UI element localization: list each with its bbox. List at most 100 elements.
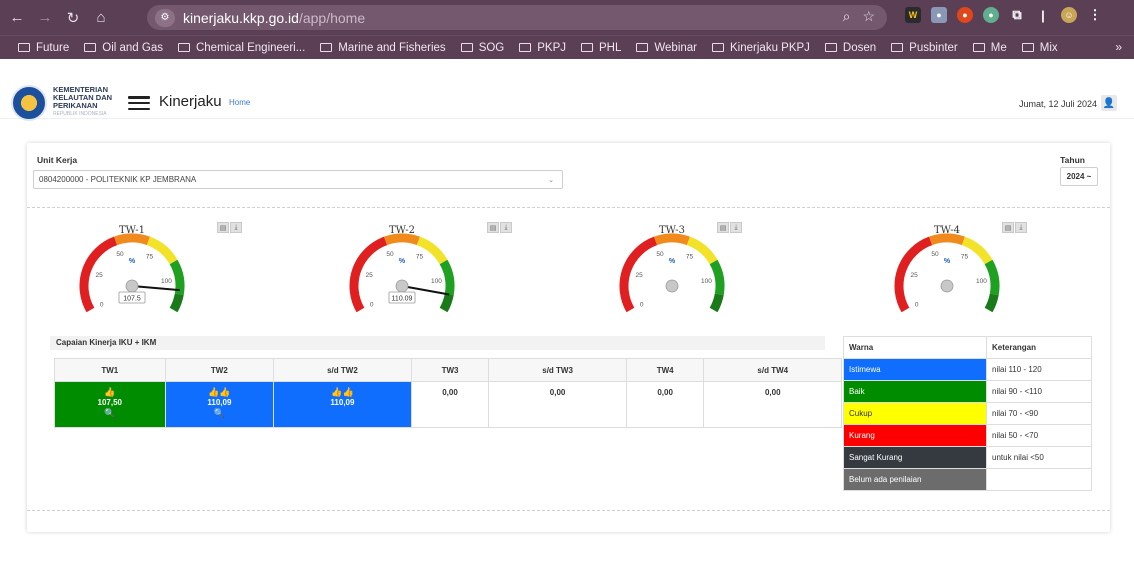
capaian-value: 0,00	[549, 388, 566, 397]
gauge-tick-label: 50	[656, 251, 664, 258]
legend-description: untuk nilai <50	[986, 446, 1092, 469]
gauge-readout: 110.09	[392, 296, 413, 303]
site-settings-icon[interactable]: ⚙	[155, 8, 175, 27]
user-icon[interactable]: 👤	[1101, 95, 1117, 111]
legend-header-warna: Warna	[843, 336, 987, 359]
unit-kerja-select[interactable]: 0804200000 - POLITEKNIK KP JEMBRANA ⌄	[33, 170, 563, 189]
bookmark-folder[interactable]: Future	[18, 42, 69, 54]
bookmarks-more-icon[interactable]: »	[1115, 40, 1122, 54]
bookmark-folder[interactable]: Dosen	[824, 42, 876, 54]
tahun-label: Tahun	[1060, 155, 1085, 165]
gauge-tick-label: 25	[910, 272, 918, 279]
bookmark-folder[interactable]: Chemical Engineeri...	[177, 42, 305, 54]
forward-icon[interactable]: →	[34, 7, 56, 29]
gauge-band	[169, 293, 184, 313]
bookmark-folder[interactable]: Oil and Gas	[84, 42, 163, 54]
reload-icon[interactable]: ↻	[62, 7, 84, 29]
tahun-select[interactable]: 2024 ~	[1060, 167, 1098, 186]
chevron-down-icon: ⌄	[548, 177, 554, 184]
dashboard-card: Unit Kerja 0804200000 - POLITEKNIK KP JE…	[27, 143, 1110, 532]
gauge-band	[439, 259, 455, 296]
bookmark-folder[interactable]: Kinerjaku PKPJ	[712, 42, 810, 54]
gauge-chart: TW-1 0 25 50 75 100% 107.5	[79, 225, 185, 313]
download-icon[interactable]: ⤓	[500, 222, 512, 233]
gauge-unit: %	[669, 258, 676, 265]
circle-extension-icon[interactable]: ●	[983, 7, 999, 23]
download-icon[interactable]: ⤓	[230, 222, 242, 233]
print-icon[interactable]: ▤	[717, 222, 729, 233]
url-path: /app/home	[298, 9, 366, 26]
gauge-tick-label: 100	[976, 278, 987, 285]
gauge-band	[384, 233, 420, 246]
breadcrumb-home[interactable]: Home	[229, 98, 250, 107]
download-icon[interactable]: ⤓	[730, 222, 742, 233]
gauge-1: TW-1 0 25 50 75 100% 107.5 ▤ ⤓	[67, 220, 242, 315]
search-icon[interactable]: 🔍	[55, 408, 165, 418]
profile-avatar-icon[interactable]: ☺	[1061, 7, 1077, 23]
bookmark-folder[interactable]: Mix	[1021, 42, 1058, 54]
legend-description: nilai 50 - <70	[986, 424, 1092, 447]
browser-toolbar: ← → ↻ ⌂ ⚙ kinerjaku.kkp.go.id/app/home ⌕…	[0, 0, 1134, 35]
record-extension-icon[interactable]: ●	[957, 7, 973, 23]
folder-icon	[712, 43, 725, 52]
gauge-band	[984, 293, 999, 313]
gauge-tick-label: 0	[370, 302, 374, 309]
legend-row: Sangat Kurang untuk nilai <50	[843, 446, 1092, 469]
bookmark-folder[interactable]: PHL	[581, 42, 621, 54]
legend-description: nilai 90 - <110	[986, 380, 1092, 403]
bookmark-star-icon[interactable]: ☆	[862, 8, 875, 25]
gauge-export-buttons: ▤ ⤓	[717, 222, 742, 233]
gauge-4: TW-4 0 25 50 75 100% ▤ ⤓	[882, 220, 1027, 315]
address-bar[interactable]: ⚙ kinerjaku.kkp.go.id/app/home ⌕ ☆	[147, 5, 887, 30]
gauge-tick-label: 0	[640, 302, 644, 309]
chat-extension-icon[interactable]: ●	[931, 7, 947, 23]
gauge-tick-label: 75	[686, 254, 694, 261]
legend-row: Kurang nilai 50 - <70	[843, 424, 1092, 447]
w-extension-icon[interactable]: W	[905, 7, 921, 23]
gauge-needle	[131, 285, 180, 292]
gauge-3: TW-3 0 25 50 75 100% ▤ ⤓	[607, 220, 742, 315]
column-header: s/d TW3	[488, 358, 627, 382]
folder-icon	[824, 43, 837, 52]
column-header: s/d TW2	[273, 358, 412, 382]
gauge-tick-label: 0	[915, 302, 919, 309]
folder-icon	[18, 43, 30, 52]
gauge-unit: %	[944, 258, 951, 265]
home-icon[interactable]: ⌂	[90, 7, 112, 29]
bookmark-folder[interactable]: Marine and Fisheries	[320, 42, 446, 54]
bookmark-folder[interactable]: Webinar	[636, 42, 697, 54]
menu-kebab-icon[interactable]: ⋮	[1087, 7, 1103, 23]
gauge-tick-label: 25	[635, 272, 643, 279]
bookmark-folder[interactable]: SOG	[460, 42, 504, 54]
back-icon[interactable]: ←	[6, 7, 28, 29]
bookmark-folder[interactable]: Pusbinter	[891, 42, 958, 54]
gauge-hub	[395, 279, 409, 293]
print-icon[interactable]: ▤	[487, 222, 499, 233]
gauge-hub	[665, 279, 679, 293]
menu-toggle-icon[interactable]	[128, 96, 150, 110]
legend-row: Belum ada penilaian	[843, 468, 1092, 491]
capaian-table: TW1 TW2 s/d TW2 TW3 s/d TW3 TW4 s/d TW4 👍 107,5…	[54, 358, 842, 428]
print-icon[interactable]: ▤	[1002, 222, 1014, 233]
legend-color-label: Belum ada penilaian	[843, 468, 987, 491]
gauge-title: TW-2	[389, 225, 415, 236]
zoom-icon[interactable]: ⌕	[843, 8, 851, 25]
bookmarks-bar: Future Oil and Gas Chemical Engineeri... Ma…	[0, 35, 1134, 59]
puzzle-icon[interactable]: ⧉	[1009, 7, 1025, 23]
legend-color-label: Sangat Kurang	[843, 446, 987, 469]
gauge-readout: 107.5	[123, 296, 141, 303]
capaian-value: 0,00	[657, 388, 673, 397]
gauge-export-buttons: ▤ ⤓	[217, 222, 242, 233]
divider: |	[1041, 7, 1045, 23]
legend-description: nilai 70 - <90	[986, 402, 1092, 425]
search-icon[interactable]: 🔍	[166, 408, 274, 418]
folder-icon	[320, 43, 333, 52]
capaian-cell: 👍👍 110,09 🔍	[164, 381, 275, 428]
print-icon[interactable]: ▤	[217, 222, 229, 233]
capaian-cell: 0,00	[488, 381, 627, 428]
bookmark-folder[interactable]: Me	[972, 42, 1007, 54]
download-icon[interactable]: ⤓	[1015, 222, 1027, 233]
divider	[27, 510, 1110, 511]
bookmark-folder[interactable]: PKPJ	[519, 42, 566, 54]
capaian-title: Capaian Kinerja IKU + IKM	[50, 336, 825, 350]
